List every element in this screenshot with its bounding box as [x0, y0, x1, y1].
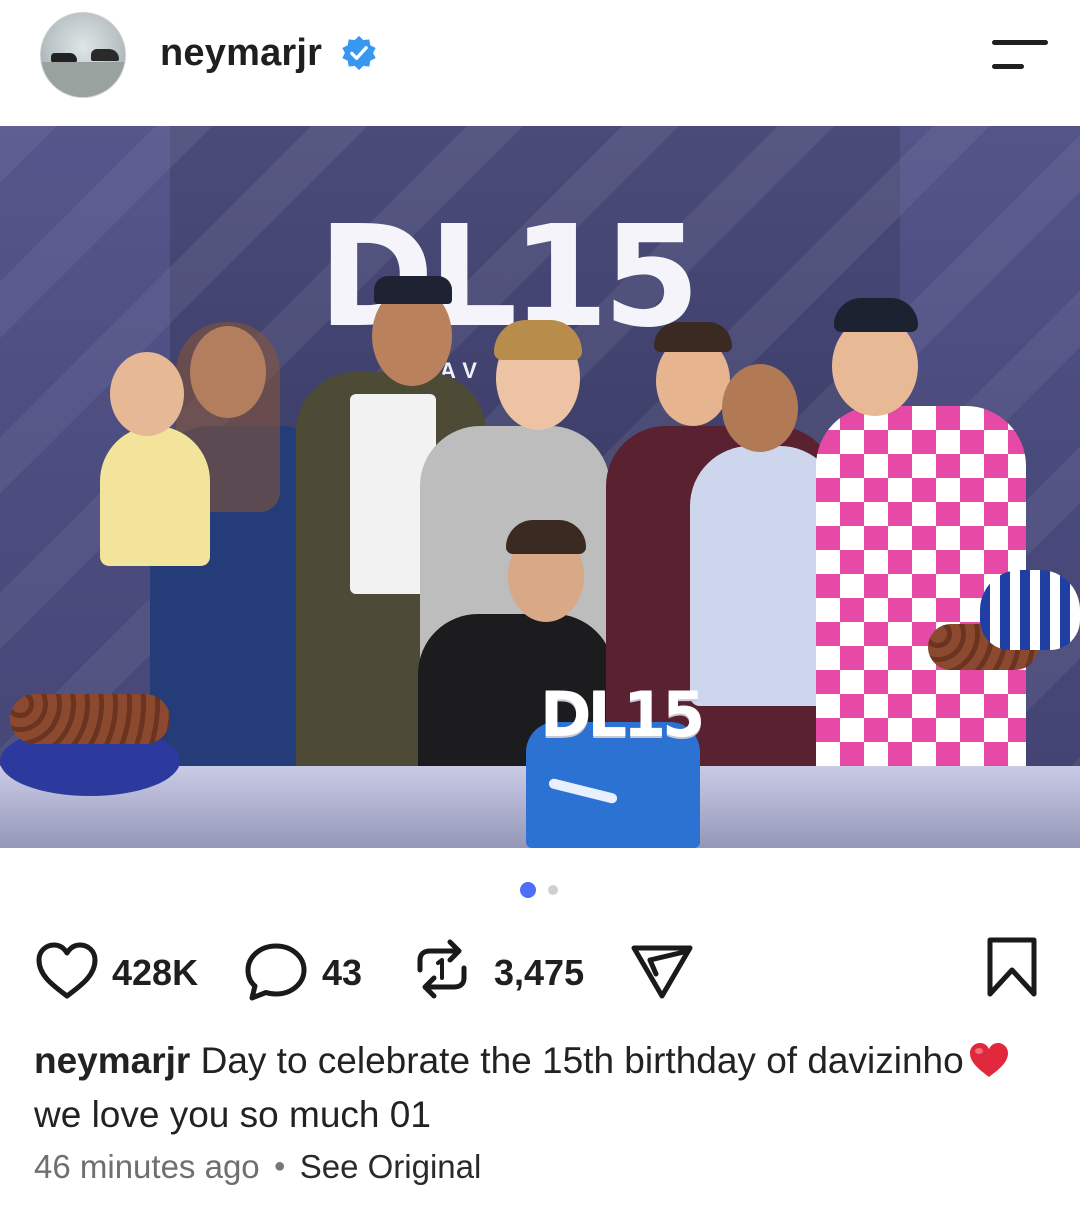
caption-text: Day to celebrate the 15th birthday of da… — [200, 1040, 964, 1081]
post-photo[interactable]: DL15 AV CA DL15 — [0, 126, 1080, 848]
cake-topper: DL15 — [540, 678, 705, 751]
striped-jar — [980, 570, 1080, 650]
header-username[interactable]: neymarjr — [160, 32, 322, 75]
bookmark-icon[interactable] — [984, 936, 1040, 998]
post-header: neymarjr — [0, 0, 1080, 126]
see-original-link[interactable]: See Original — [300, 1148, 482, 1185]
carousel-dot-active[interactable] — [520, 882, 536, 898]
verified-badge-icon — [342, 35, 376, 71]
comment-icon[interactable] — [242, 940, 310, 1004]
post-caption: neymarjr Day to celebrate the 15th birth… — [34, 1034, 1044, 1142]
menu-icon[interactable] — [986, 36, 1048, 72]
repost-icon[interactable] — [410, 936, 474, 1002]
dot-separator: ● — [273, 1155, 286, 1177]
post-meta: 46 minutes ago ● See Original — [34, 1148, 481, 1186]
caption-text-end: we love you so much 01 — [34, 1094, 431, 1135]
carousel-dot[interactable] — [548, 885, 558, 895]
repost-count[interactable]: 3,475 — [494, 952, 584, 994]
person-child-yellow — [100, 426, 210, 566]
post-timestamp: 46 minutes ago — [34, 1148, 260, 1185]
heart-icon[interactable] — [34, 940, 100, 1002]
red-heart-emoji — [969, 1043, 1008, 1077]
comment-count[interactable]: 43 — [322, 952, 362, 994]
share-icon[interactable] — [628, 940, 696, 1002]
like-count[interactable]: 428K — [112, 952, 198, 994]
profile-avatar[interactable] — [40, 12, 126, 98]
caption-username[interactable]: neymarjr — [34, 1040, 190, 1081]
action-bar: 428K 43 3,475 — [0, 928, 1080, 1012]
